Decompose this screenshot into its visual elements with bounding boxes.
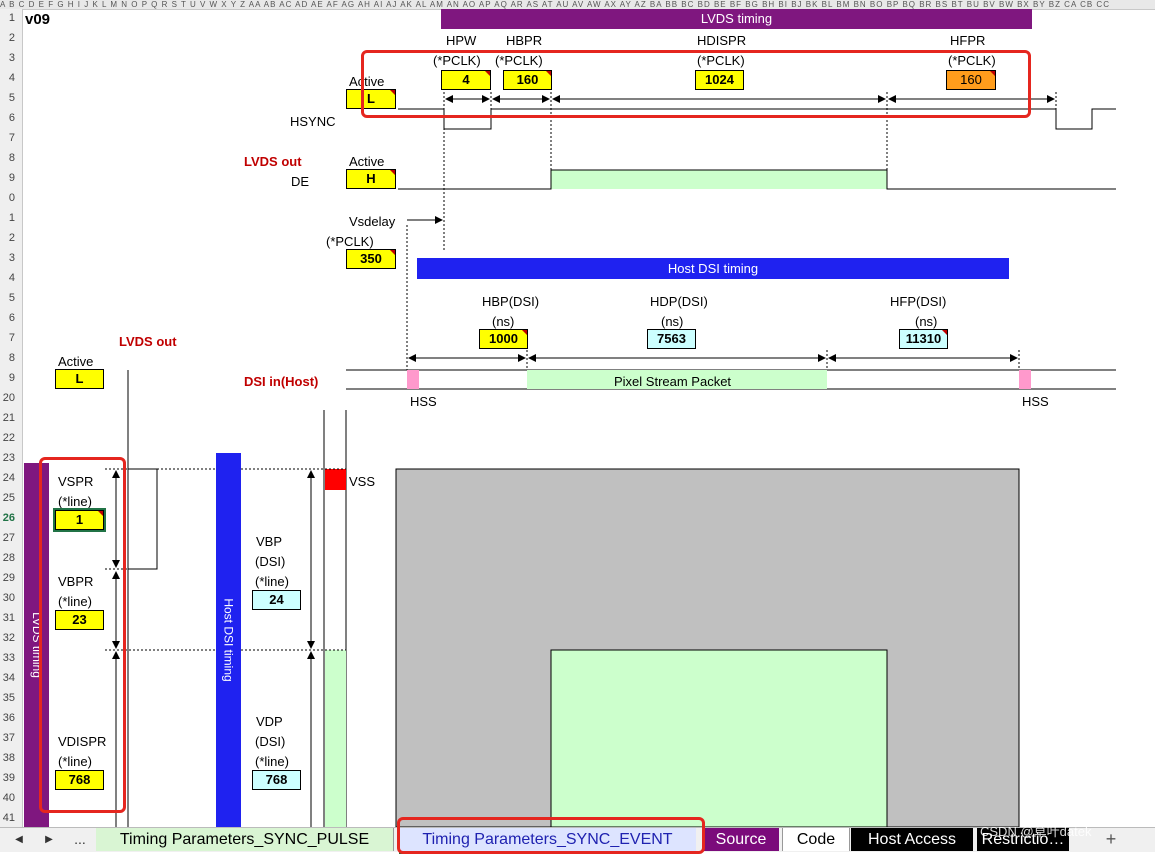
vsdelay-input[interactable]: 350 <box>346 249 396 269</box>
vsdelay-label: Vsdelay <box>349 214 396 229</box>
vdp-green-strip <box>325 650 346 827</box>
vertical-active-input[interactable]: L <box>55 369 104 389</box>
vdp-sub: (DSI) <box>255 734 286 749</box>
pixel-stream-label: Pixel Stream Packet <box>614 374 732 389</box>
tab-host-access[interactable]: Host Access <box>851 828 973 851</box>
de-active-region <box>551 170 887 189</box>
vbp-unit: (*line) <box>255 574 289 589</box>
hss-left-label: HSS <box>410 394 437 409</box>
de-active-input[interactable]: H <box>346 169 396 189</box>
tab-source[interactable]: Source <box>703 828 779 851</box>
de-label: DE <box>291 174 310 189</box>
hdp-dsi-unit: (ns) <box>661 314 684 329</box>
lvds-timing-banner: LVDS timing <box>441 9 1032 29</box>
hss-right-label: HSS <box>1022 394 1049 409</box>
hfpr-label: HFPR <box>950 33 986 48</box>
hfp-dsi-unit: (ns) <box>915 314 938 329</box>
dsi-timing-vertical-banner: Host DSI timing <box>216 453 241 827</box>
vbp-label: VBP <box>256 534 283 549</box>
hpw-label: HPW <box>446 33 477 48</box>
tab-code[interactable]: Code <box>782 828 850 851</box>
vdp-label: VDP <box>256 714 283 729</box>
hsync-label: HSYNC <box>290 114 336 129</box>
dsi-in-label: DSI in(Host) <box>244 374 319 389</box>
lvds-out-label: LVDS out <box>244 154 302 169</box>
hdispr-label: HDISPR <box>697 33 747 48</box>
timing-diagram <box>105 92 1116 828</box>
hbpr-label: HBPR <box>506 33 543 48</box>
hss-right-marker <box>1019 370 1031 389</box>
tab-timing-sync-pulse[interactable]: Timing Parameters_SYNC_PULSE <box>96 828 394 851</box>
vss-label: VSS <box>349 474 376 489</box>
frame-active-area <box>550 649 888 828</box>
highlight-sync-event-tab <box>397 817 705 854</box>
highlight-horizontal-params <box>361 50 1031 118</box>
vbp-sub: (DSI) <box>255 554 286 569</box>
vbp-value[interactable]: 24 <box>252 590 301 610</box>
hbp-dsi-unit: (ns) <box>492 314 515 329</box>
tab-scroll-left-icon[interactable]: ◀ <box>12 828 26 851</box>
highlight-vertical-params <box>39 457 126 813</box>
hdp-dsi-value[interactable]: 7563 <box>647 329 696 349</box>
hfp-dsi-value[interactable]: 11310 <box>899 329 948 349</box>
hbp-dsi-label: HBP(DSI) <box>482 294 540 309</box>
vertical-lvds-out-label: LVDS out <box>119 334 177 349</box>
hbp-dsi-input[interactable]: 1000 <box>479 329 528 349</box>
de-active-label: Active <box>349 154 385 169</box>
watermark: CSDN @草叶datek <box>980 824 1092 839</box>
vss-marker <box>325 469 346 490</box>
vsdelay-unit: (*PCLK) <box>326 234 374 249</box>
dsi-timing-banner: Host DSI timing <box>417 258 1009 279</box>
hfp-dsi-label: HFP(DSI) <box>890 294 947 309</box>
hss-left-marker <box>407 370 419 389</box>
add-sheet-button[interactable]: + <box>1100 828 1122 851</box>
vdp-value[interactable]: 768 <box>252 770 301 790</box>
vdp-unit: (*line) <box>255 754 289 769</box>
vertical-active-label: Active <box>58 354 94 369</box>
hdp-dsi-label: HDP(DSI) <box>650 294 708 309</box>
tab-more-button[interactable]: ... <box>68 828 92 851</box>
tab-scroll-right-icon[interactable]: ▶ <box>42 828 56 851</box>
